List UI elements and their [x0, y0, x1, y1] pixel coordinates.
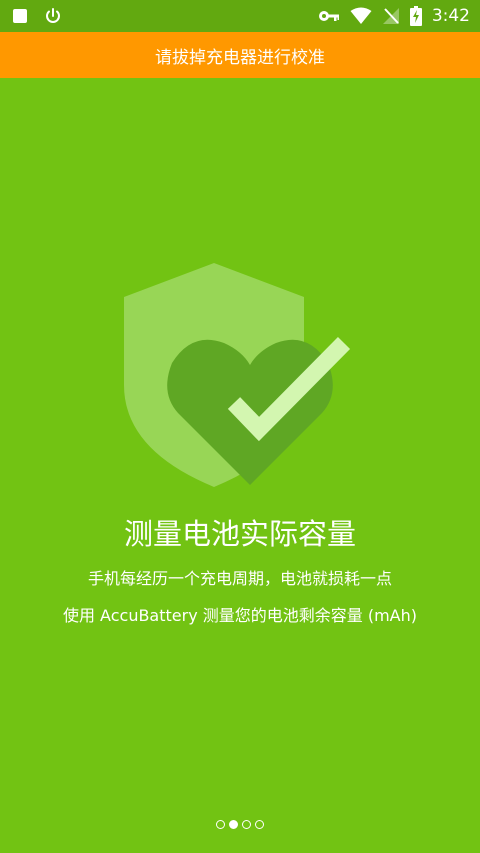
page-dot-2[interactable] — [229, 820, 238, 829]
power-icon — [44, 7, 62, 25]
no-signal-icon — [382, 7, 400, 25]
status-clock: 3:42 — [431, 6, 470, 26]
description-line-1: 手机每经历一个充电周期，电池就损耗一点 — [87, 569, 392, 588]
description-line-2: 使用 AccuBattery 测量您的电池剩余容量 (mAh) — [62, 606, 418, 625]
page-title: 测量电池实际容量 — [123, 517, 356, 551]
status-right: 3:42 — [318, 0, 470, 32]
wifi-icon — [350, 7, 372, 25]
key-icon — [318, 9, 340, 23]
page-dot-4[interactable] — [255, 820, 264, 829]
status-left — [12, 0, 62, 32]
calibration-banner: 请拔掉充电器进行校准 — [0, 32, 480, 78]
page-indicator — [0, 820, 480, 829]
page-dot-1[interactable] — [216, 820, 225, 829]
page-dot-3[interactable] — [242, 820, 251, 829]
status-bar: 3:42 — [0, 0, 480, 32]
stop-icon — [12, 8, 28, 24]
battery-charging-icon — [409, 6, 422, 26]
battery-health-illustration — [110, 255, 370, 495]
